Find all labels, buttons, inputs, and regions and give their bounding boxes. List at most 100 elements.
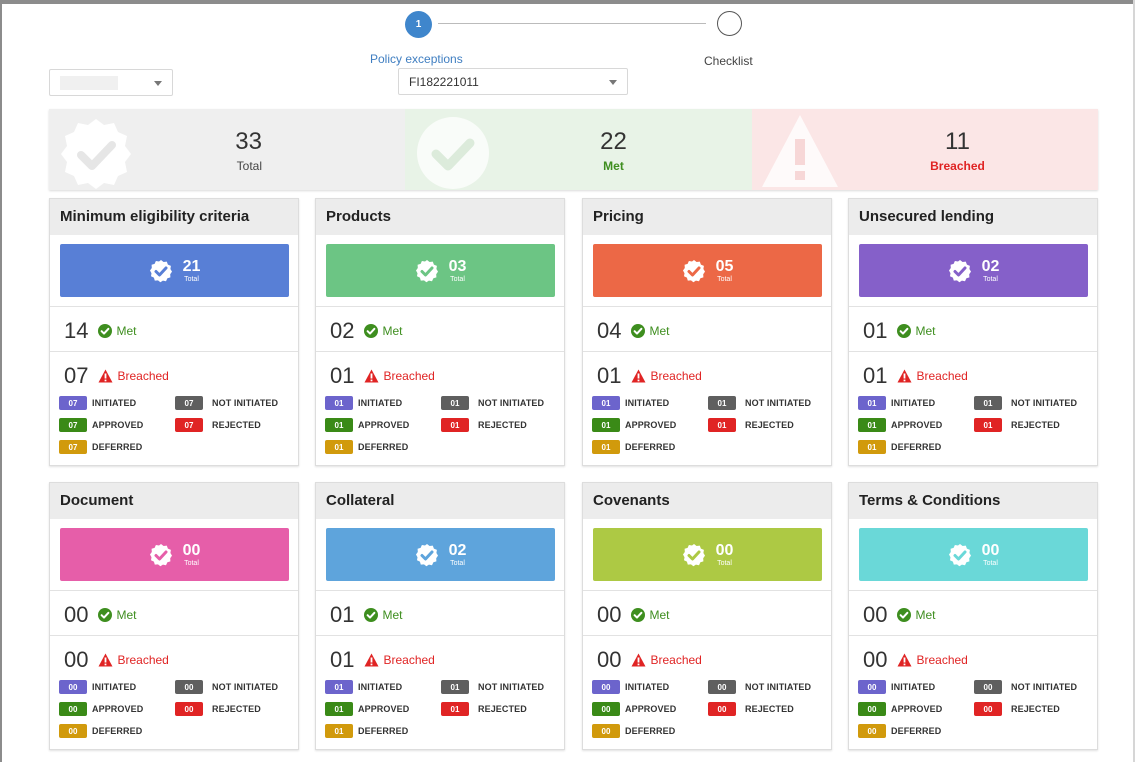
chip-not-initiated-value: 01 (441, 680, 469, 694)
filter-select[interactable] (49, 69, 173, 96)
card-total: 02 Total (449, 542, 467, 568)
card-met-row[interactable]: 00 Met (64, 602, 137, 628)
status-deferred[interactable]: 01 DEFERRED (858, 440, 941, 454)
step-checklist-label[interactable]: Checklist (704, 54, 753, 68)
status-approved[interactable]: 01 APPROVED (325, 702, 409, 716)
status-approved[interactable]: 07 APPROVED (59, 418, 143, 432)
card-products[interactable]: Products 03 Total 02 Met 01 Breached 01 … (315, 198, 565, 466)
status-not-initiated[interactable]: 07 NOT INITIATED (175, 396, 278, 410)
status-not-initiated[interactable]: 00 NOT INITIATED (175, 680, 278, 694)
status-initiated[interactable]: 01 INITIATED (325, 396, 402, 410)
status-approved[interactable]: 01 APPROVED (325, 418, 409, 432)
divider (316, 351, 564, 352)
card-met-row[interactable]: 01 Met (863, 318, 936, 344)
status-not-initiated[interactable]: 00 NOT INITIATED (974, 680, 1077, 694)
step-policy-exceptions[interactable]: 1 (405, 11, 432, 38)
status-approved[interactable]: 01 APPROVED (592, 418, 676, 432)
status-initiated[interactable]: 00 INITIATED (592, 680, 669, 694)
card-total: 00 Total (982, 542, 1000, 568)
card-total: 05 Total (716, 258, 734, 284)
card-pricing[interactable]: Pricing 05 Total 04 Met 01 Breached 01 I… (582, 198, 832, 466)
application-select[interactable]: FI182221011 (398, 68, 628, 95)
card-breached-row[interactable]: 00 Breached (863, 647, 968, 673)
status-approved[interactable]: 00 APPROVED (592, 702, 676, 716)
check-badge-icon (682, 259, 705, 282)
status-approved[interactable]: 00 APPROVED (59, 702, 143, 716)
status-deferred[interactable]: 01 DEFERRED (325, 724, 408, 738)
status-deferred[interactable]: 00 DEFERRED (59, 724, 142, 738)
card-met-row[interactable]: 00 Met (863, 602, 936, 628)
chip-initiated-value: 00 (858, 680, 886, 694)
chip-rejected-label: REJECTED (212, 420, 261, 430)
status-not-initiated[interactable]: 00 NOT INITIATED (708, 680, 811, 694)
card-breached-row[interactable]: 01 Breached (330, 647, 435, 673)
card-total-label: Total (983, 559, 998, 567)
chip-rejected-label: REJECTED (478, 420, 527, 430)
card-breached-row[interactable]: 01 Breached (863, 363, 968, 389)
status-deferred[interactable]: 00 DEFERRED (592, 724, 675, 738)
chip-not-initiated-value: 01 (974, 396, 1002, 410)
card-breached-row[interactable]: 00 Breached (64, 647, 169, 673)
card-total-tile[interactable]: 00 Total (593, 528, 822, 581)
card-covenants[interactable]: Covenants 00 Total 00 Met 00 Breached 00… (582, 482, 832, 750)
card-met-row[interactable]: 01 Met (330, 602, 403, 628)
status-approved[interactable]: 01 APPROVED (858, 418, 942, 432)
status-not-initiated[interactable]: 01 NOT INITIATED (708, 396, 811, 410)
status-not-initiated[interactable]: 01 NOT INITIATED (441, 680, 544, 694)
card-met-row[interactable]: 02 Met (330, 318, 403, 344)
status-initiated[interactable]: 07 INITIATED (59, 396, 136, 410)
chip-not-initiated-label: NOT INITIATED (212, 398, 279, 408)
chip-approved-value: 01 (325, 418, 353, 432)
status-deferred[interactable]: 00 DEFERRED (858, 724, 941, 738)
card-collateral[interactable]: Collateral 02 Total 01 Met 01 Breached 0… (315, 482, 565, 750)
status-rejected[interactable]: 00 REJECTED (175, 702, 261, 716)
card-document[interactable]: Document 00 Total 00 Met 00 Breached 00 … (49, 482, 299, 750)
card-total-tile[interactable]: 00 Total (60, 528, 289, 581)
card-unsecured-lending[interactable]: Unsecured lending 02 Total 01 Met 01 Bre… (848, 198, 1098, 466)
divider (583, 635, 831, 636)
status-initiated[interactable]: 00 INITIATED (59, 680, 136, 694)
card-total-tile[interactable]: 02 Total (326, 528, 555, 581)
card-total-tile[interactable]: 00 Total (859, 528, 1088, 581)
card-total-tile[interactable]: 03 Total (326, 244, 555, 297)
card-breached-value: 00 (863, 647, 888, 672)
card-met-row[interactable]: 00 Met (597, 602, 670, 628)
card-total-tile[interactable]: 21 Total (60, 244, 289, 297)
warning-icon (897, 369, 912, 383)
card-breached-row[interactable]: 07 Breached (64, 363, 169, 389)
status-initiated[interactable]: 01 INITIATED (592, 396, 669, 410)
stepper-line (438, 23, 706, 24)
status-rejected[interactable]: 07 REJECTED (175, 418, 261, 432)
card-breached-row[interactable]: 01 Breached (330, 363, 435, 389)
status-rejected[interactable]: 01 REJECTED (441, 418, 527, 432)
status-initiated[interactable]: 01 INITIATED (858, 396, 935, 410)
card-terms-and-conditions[interactable]: Terms & Conditions 00 Total 00 Met 00 Br… (848, 482, 1098, 750)
divider (849, 306, 1097, 307)
status-rejected[interactable]: 01 REJECTED (974, 418, 1060, 432)
status-not-initiated[interactable]: 01 NOT INITIATED (974, 396, 1077, 410)
status-not-initiated[interactable]: 01 NOT INITIATED (441, 396, 544, 410)
divider (583, 351, 831, 352)
warning-icon (364, 653, 379, 667)
status-rejected[interactable]: 00 REJECTED (708, 702, 794, 716)
status-rejected[interactable]: 00 REJECTED (974, 702, 1060, 716)
status-approved[interactable]: 00 APPROVED (858, 702, 942, 716)
step-checklist[interactable] (717, 11, 742, 36)
step-policy-exceptions-label[interactable]: Policy exceptions (370, 52, 463, 66)
card-minimum-eligibility-criteria[interactable]: Minimum eligibility criteria 21 Total 14… (49, 198, 299, 466)
divider (316, 635, 564, 636)
card-met-row[interactable]: 04 Met (597, 318, 670, 344)
card-met-row[interactable]: 14 Met (64, 318, 137, 344)
card-breached-row[interactable]: 00 Breached (597, 647, 702, 673)
card-total-tile[interactable]: 02 Total (859, 244, 1088, 297)
status-rejected[interactable]: 01 REJECTED (441, 702, 527, 716)
status-deferred[interactable]: 01 DEFERRED (592, 440, 675, 454)
card-total-tile[interactable]: 05 Total (593, 244, 822, 297)
card-breached-row[interactable]: 01 Breached (597, 363, 702, 389)
status-deferred[interactable]: 01 DEFERRED (325, 440, 408, 454)
status-initiated[interactable]: 00 INITIATED (858, 680, 935, 694)
status-deferred[interactable]: 07 DEFERRED (59, 440, 142, 454)
status-initiated[interactable]: 01 INITIATED (325, 680, 402, 694)
card-met-label: Met (915, 324, 936, 338)
status-rejected[interactable]: 01 REJECTED (708, 418, 794, 432)
